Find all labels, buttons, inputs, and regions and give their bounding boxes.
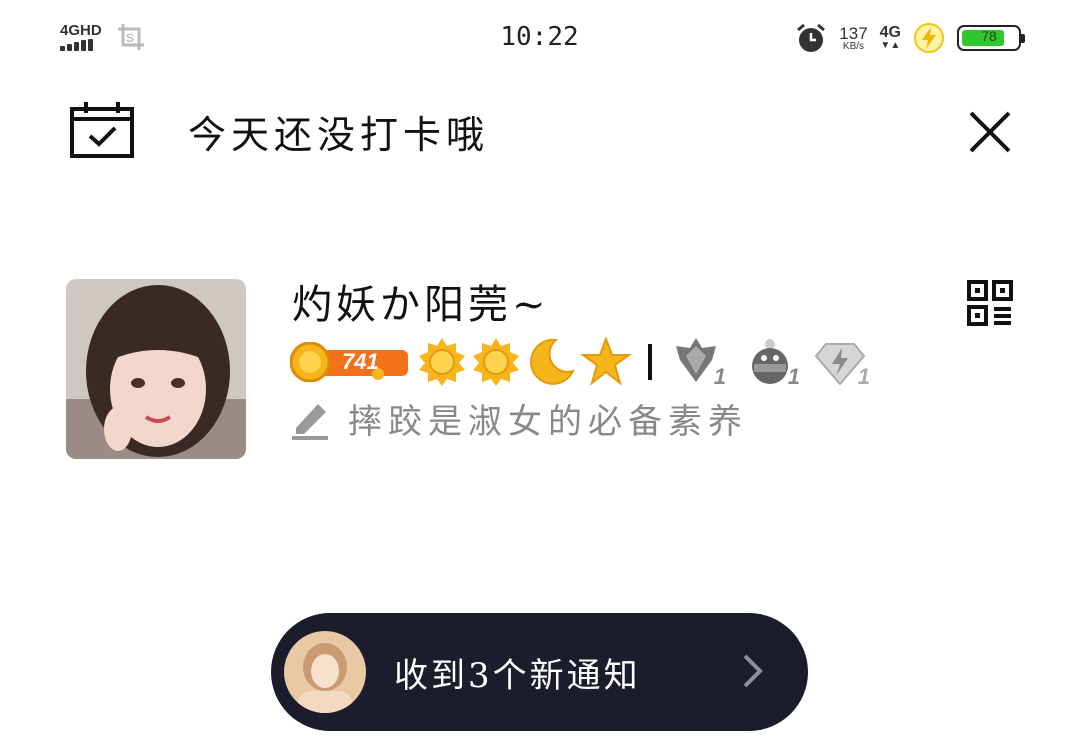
notification-avatar-image (284, 631, 366, 713)
notification-avatar (284, 631, 366, 713)
mobile-data-label: 4G (879, 24, 901, 41)
sun-icon (419, 338, 465, 386)
vip-badge-count: 1 (857, 364, 870, 389)
edit-pencil-icon[interactable] (290, 398, 330, 440)
notification-text: 收到3个新通知 (394, 655, 641, 696)
badge-divider (648, 344, 652, 380)
sun-icon (473, 338, 519, 386)
moon-icon (530, 338, 575, 385)
vip-badge-3[interactable]: 1 (814, 336, 870, 389)
qr-code-icon[interactable] (967, 280, 1013, 326)
battery-indicator: 78 (957, 25, 1025, 51)
vip-badge-1[interactable]: 1 (670, 336, 726, 389)
star-icon (580, 337, 632, 386)
signature-row[interactable]: 摔跤是淑女的必备素养 (290, 394, 748, 443)
vip-badge-2[interactable]: 1 (744, 336, 800, 389)
charging-icon (914, 23, 944, 53)
profile-avatar[interactable] (66, 279, 246, 459)
status-bar-right: 137 KB/s 4G ▼▲ 78 (795, 22, 1025, 54)
vip-badge-count: 1 (787, 364, 800, 389)
alarm-icon (797, 23, 826, 52)
battery-level-text: 78 (981, 28, 997, 44)
mobile-data-indicator: 4G ▼▲ (880, 25, 901, 51)
chevron-right-icon (743, 654, 763, 688)
new-notifications-button[interactable]: 收到3个新通知 (271, 613, 808, 731)
net-speed: 137 KB/s (839, 25, 867, 52)
profile-nickname[interactable]: 灼妖か阳莞~ (292, 272, 550, 330)
avatar-image (66, 279, 246, 459)
level-badge[interactable]: 741 (289, 341, 410, 383)
net-speed-value: 137 (839, 23, 868, 43)
vip-badge-count: 1 (713, 364, 726, 389)
close-icon[interactable] (968, 110, 1012, 154)
data-arrows-icon: ▼▲ (880, 40, 901, 51)
badges-row[interactable]: 741 1 1 1 (289, 336, 870, 389)
calendar-checkin-icon[interactable] (70, 101, 134, 159)
signature-text: 摔跤是淑女的必备素养 (348, 402, 748, 442)
checkin-prompt-title[interactable]: 今天还没打卡哦 (188, 104, 489, 159)
net-speed-unit: KB/s (842, 40, 865, 52)
level-number: 741 (342, 349, 379, 374)
